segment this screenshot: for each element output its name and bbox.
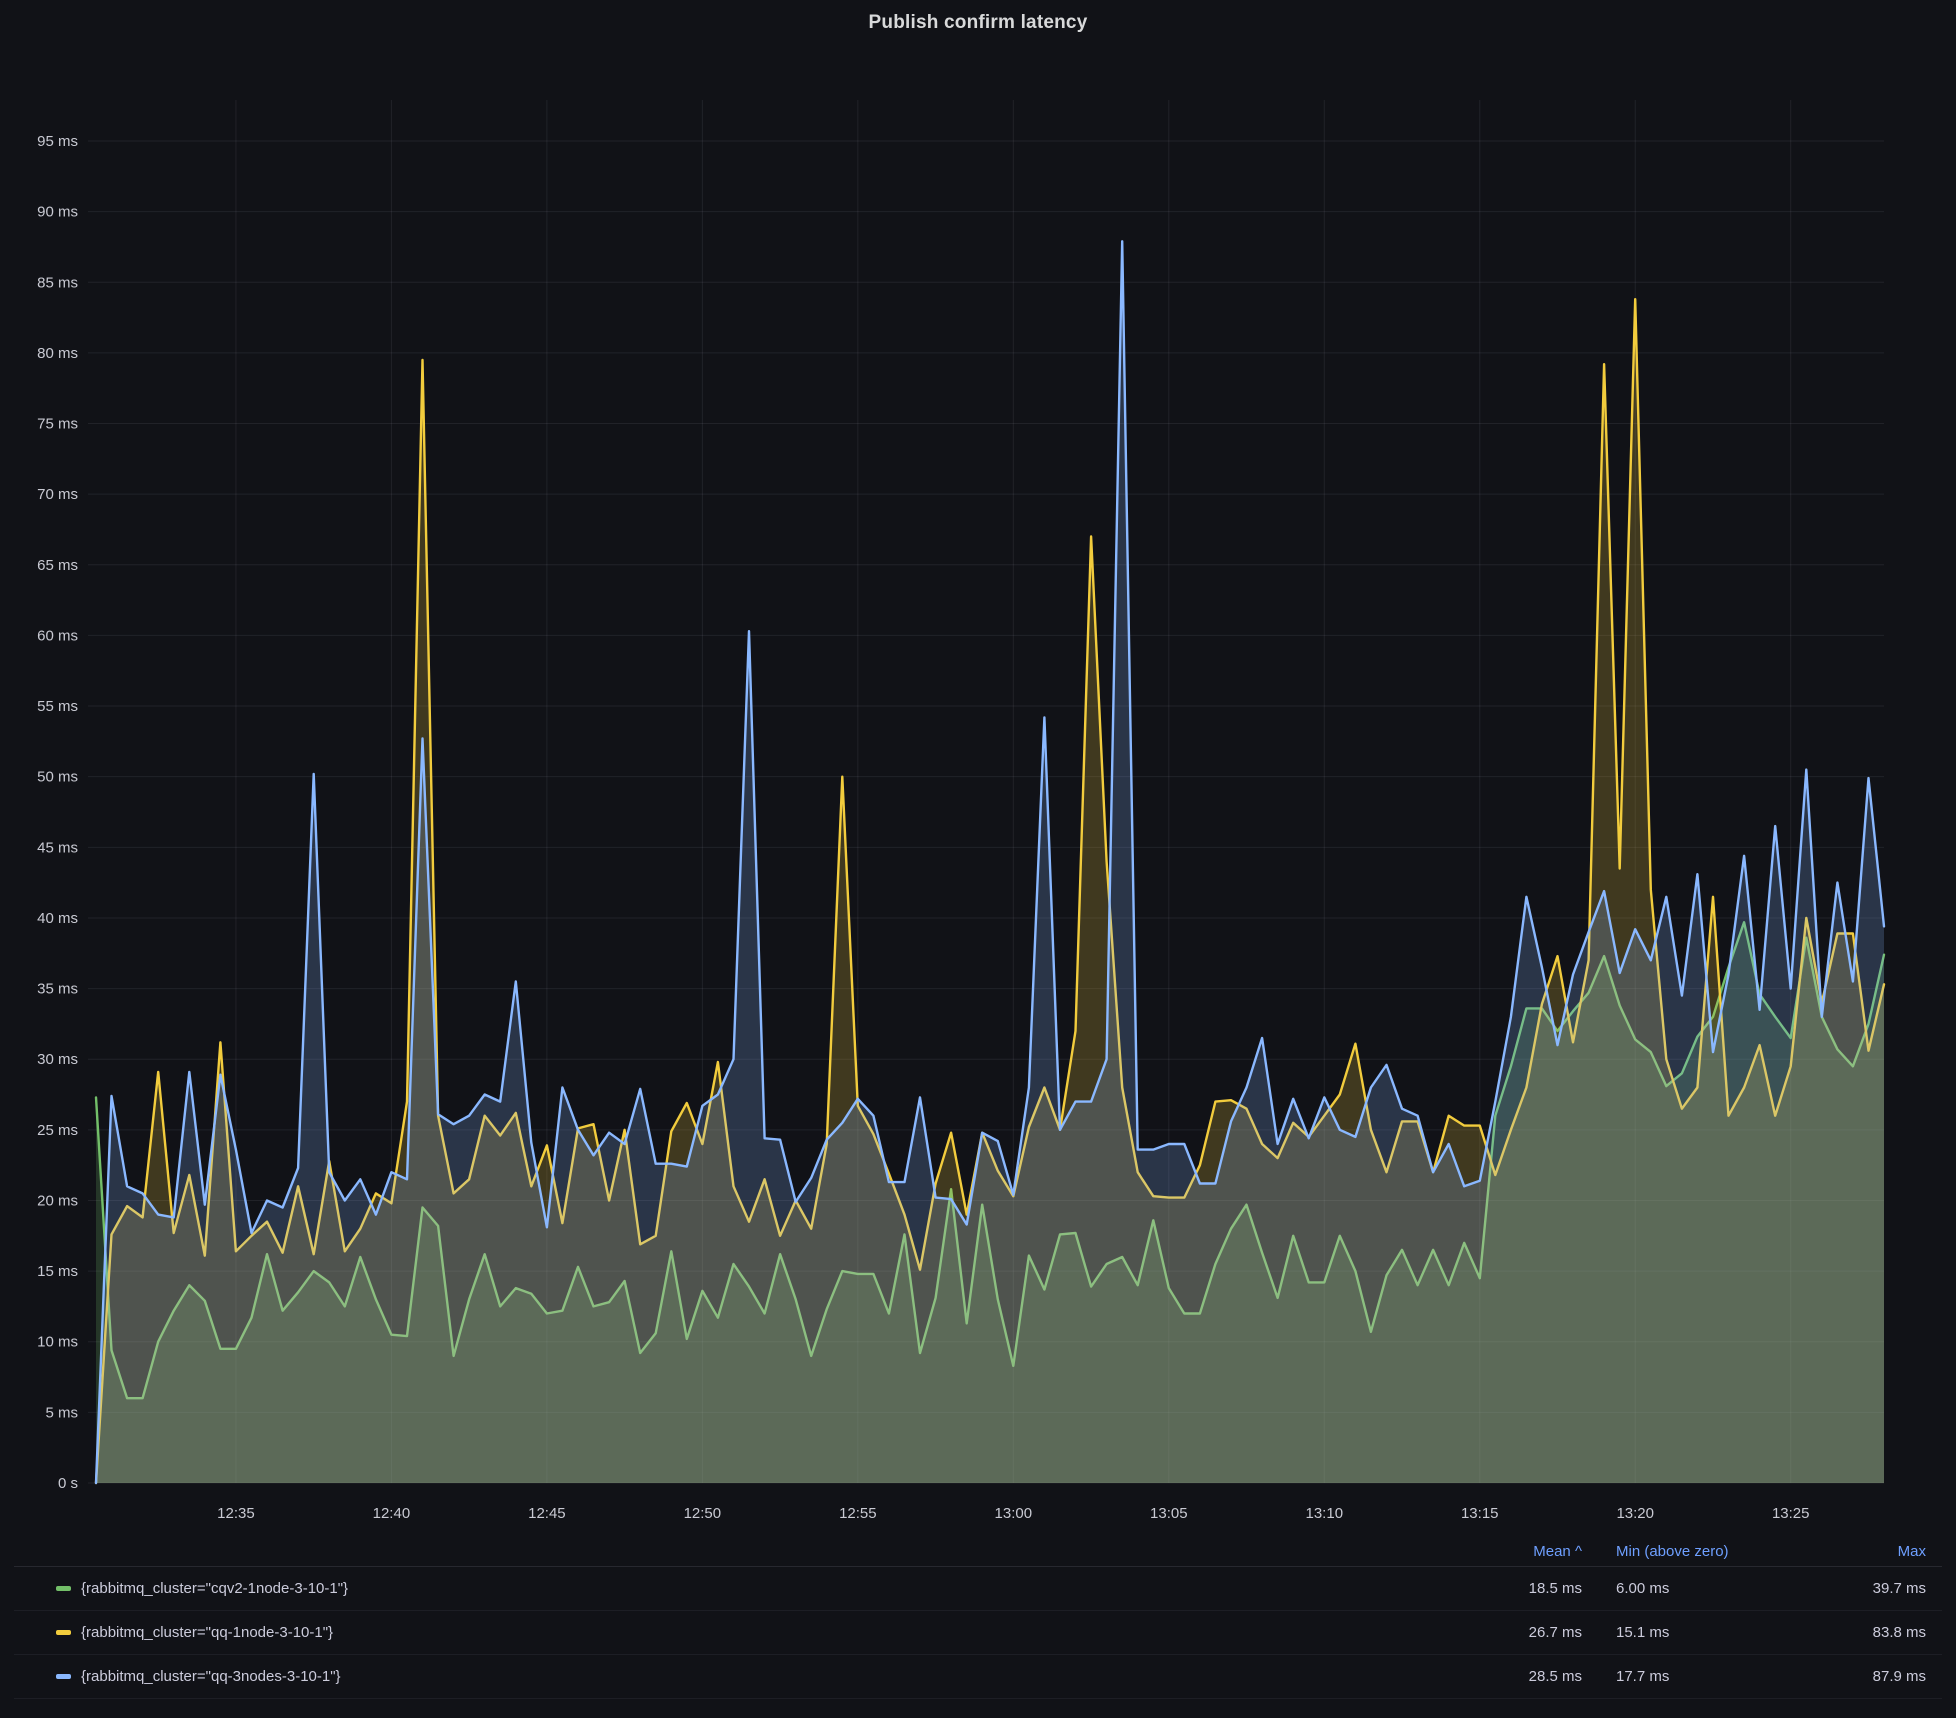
grafana-panel: Publish confirm latency 0 s5 ms10 ms15 m…	[0, 0, 1956, 1718]
x-axis-tick-label: 12:50	[684, 1505, 722, 1522]
series-toggle[interactable]: {rabbitmq_cluster="cqv2-1node-3-10-1"}	[14, 1580, 1462, 1597]
series-color-swatch-icon	[56, 1630, 71, 1635]
y-axis-tick-label: 80 ms	[37, 345, 78, 362]
y-axis-tick-label: 10 ms	[37, 1334, 78, 1351]
x-axis-tick-label: 13:20	[1616, 1505, 1654, 1522]
x-axis-tick-label: 13:15	[1461, 1505, 1499, 1522]
x-axis-tick-label: 12:35	[217, 1505, 255, 1522]
y-axis-tick-label: 25 ms	[37, 1122, 78, 1139]
stat-mean: 28.5 ms	[1462, 1668, 1582, 1685]
stat-min-above-zero: 17.7 ms	[1582, 1668, 1812, 1685]
stat-max: 87.9 ms	[1812, 1668, 1942, 1685]
series-color-swatch-icon	[56, 1586, 71, 1591]
series-label: {rabbitmq_cluster="qq-1node-3-10-1"}	[81, 1624, 333, 1641]
y-axis-tick-label: 85 ms	[37, 274, 78, 291]
y-axis-tick-label: 65 ms	[37, 557, 78, 574]
stat-max: 83.8 ms	[1812, 1624, 1942, 1641]
x-axis-tick-label: 12:40	[373, 1505, 411, 1522]
legend-sort-max[interactable]: Max	[1812, 1543, 1942, 1560]
y-axis-tick-label: 50 ms	[37, 769, 78, 786]
y-axis-tick-label: 75 ms	[37, 416, 78, 433]
y-axis-tick-label: 35 ms	[37, 981, 78, 998]
legend-row: {rabbitmq_cluster="qq-1node-3-10-1"} 26.7…	[14, 1611, 1942, 1655]
legend-row: {rabbitmq_cluster="cqv2-1node-3-10-1"} 18…	[14, 1567, 1942, 1611]
stat-max: 39.7 ms	[1812, 1580, 1942, 1597]
y-axis-tick-label: 70 ms	[37, 486, 78, 503]
stat-min-above-zero: 15.1 ms	[1582, 1624, 1812, 1641]
latency-time-series-chart[interactable]: 0 s 5 ms 10 ms 15 ms 20 ms 25 ms 30 ms 35 ms 40 …	[0, 0, 1956, 1718]
y-axis-tick-label: 5 ms	[45, 1404, 78, 1421]
legend-row: {rabbitmq_cluster="qq-3nodes-3-10-1"} 28.…	[14, 1655, 1942, 1699]
series-color-swatch-icon	[56, 1674, 71, 1679]
sort-ascending-icon: ^	[1575, 1543, 1582, 1560]
mean-header-label: Mean	[1533, 1543, 1571, 1560]
x-axis-tick-label: 12:45	[528, 1505, 566, 1522]
series-label: {rabbitmq_cluster="cqv2-1node-3-10-1"}	[81, 1580, 348, 1597]
x-axis-tick-label: 12:55	[839, 1505, 877, 1522]
legend-sort-mean[interactable]: Mean ^	[1462, 1543, 1582, 1560]
stat-mean: 18.5 ms	[1462, 1580, 1582, 1597]
legend-header-row: Mean ^ Min (above zero) Max	[14, 1536, 1942, 1567]
y-axis-tick-label: 45 ms	[37, 839, 78, 856]
y-axis-tick-label: 55 ms	[37, 698, 78, 715]
series-toggle[interactable]: {rabbitmq_cluster="qq-3nodes-3-10-1"}	[14, 1668, 1462, 1685]
y-axis-tick-label: 20 ms	[37, 1192, 78, 1209]
legend-sort-min[interactable]: Min (above zero)	[1582, 1543, 1812, 1560]
y-axis-tick-label: 15 ms	[37, 1263, 78, 1280]
series-toggle[interactable]: {rabbitmq_cluster="qq-1node-3-10-1"}	[14, 1624, 1462, 1641]
legend-table: Mean ^ Min (above zero) Max {rabbitmq_cl…	[14, 1536, 1942, 1699]
x-axis-tick-label: 13:10	[1306, 1505, 1344, 1522]
stat-mean: 26.7 ms	[1462, 1624, 1582, 1641]
legend-rows: {rabbitmq_cluster="cqv2-1node-3-10-1"} 18…	[14, 1567, 1942, 1699]
x-axis-tick-label: 13:25	[1772, 1505, 1810, 1522]
stat-min-above-zero: 6.00 ms	[1582, 1580, 1812, 1597]
series-label: {rabbitmq_cluster="qq-3nodes-3-10-1"}	[81, 1668, 341, 1685]
x-axis-tick-label: 13:00	[995, 1505, 1033, 1522]
y-axis-tick-label: 95 ms	[37, 133, 78, 150]
y-axis-tick-label: 40 ms	[37, 910, 78, 927]
y-axis-tick-label: 60 ms	[37, 627, 78, 644]
y-axis-tick-label: 30 ms	[37, 1051, 78, 1068]
y-axis-tick-label: 90 ms	[37, 204, 78, 221]
x-axis-tick-label: 13:05	[1150, 1505, 1188, 1522]
y-axis-tick-label: 0 s	[58, 1475, 78, 1492]
